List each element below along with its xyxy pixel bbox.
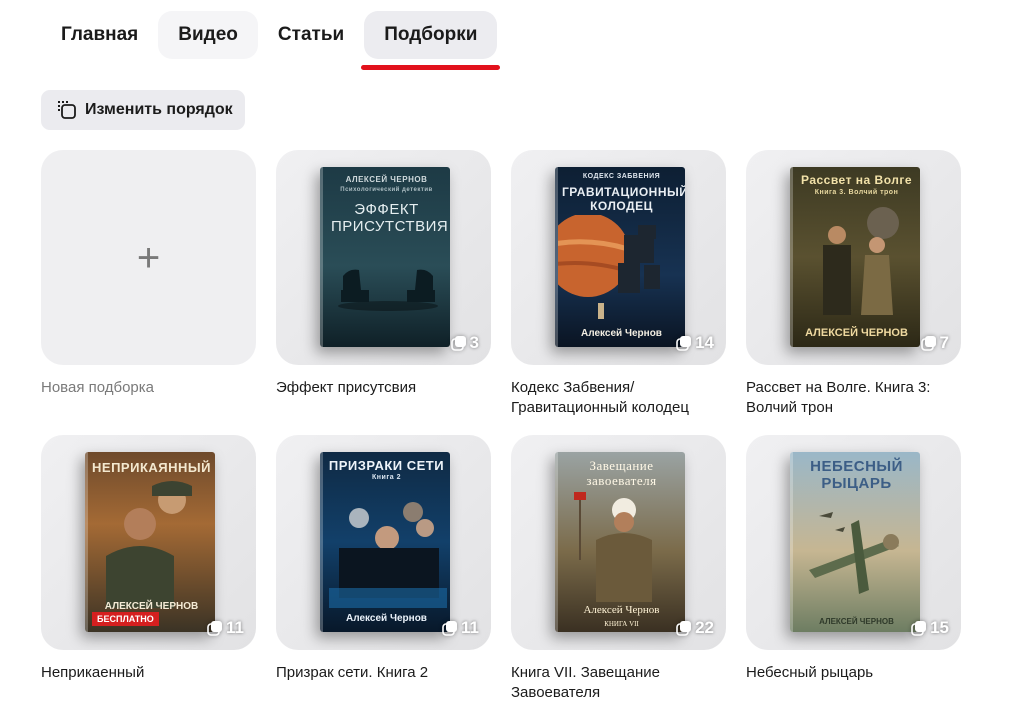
collection-card[interactable]: НЕБЕСНЫЙ РЫЦАРЬ АЛЕКСЕЙ ЧЕРНОВ 15 Небесн…: [746, 435, 961, 683]
collection-card[interactable]: ПРИЗРАКИ СЕТИ Книга 2 Алексей Чернов 11 …: [276, 435, 491, 683]
tab-collections[interactable]: Подборки: [361, 11, 501, 70]
item-count-value: 3: [469, 333, 479, 352]
collection-tile[interactable]: НЕПРИКАЯННЫЙ АЛЕКСЕЙ ЧЕРНОВ БЕСПЛАТНО 11: [41, 435, 256, 650]
tab-video[interactable]: Видео: [158, 11, 258, 59]
stack-icon: [676, 621, 692, 636]
stack-icon: [920, 336, 936, 351]
new-collection-tile[interactable]: +: [41, 150, 256, 365]
collection-title[interactable]: Призрак сети. Книга 2: [276, 663, 491, 683]
plus-icon: +: [136, 235, 161, 280]
new-collection-label: Новая подборка: [41, 379, 155, 396]
collection-card[interactable]: КОДЕКС ЗАБВЕНИЯ ГРАВИТАЦИОННЫЙ КОЛОДЕЦ А…: [511, 150, 726, 418]
collection-card[interactable]: НЕПРИКАЯННЫЙ АЛЕКСЕЙ ЧЕРНОВ БЕСПЛАТНО 11…: [41, 435, 256, 683]
reorder-icon: [58, 101, 76, 119]
book-cover: НЕПРИКАЯННЫЙ АЛЕКСЕЙ ЧЕРНОВ БЕСПЛАТНО: [85, 452, 215, 632]
collection-card[interactable]: АЛЕКСЕЙ ЧЕРНОВ Психологический детектив …: [276, 150, 491, 398]
tab-bar: Главная Видео Статьи Подборки: [41, 11, 501, 70]
book-cover: Завещание завоевателя Алексей Чернов Кни…: [555, 452, 685, 632]
collection-card[interactable]: Рассвет на Волге Книга 3. Волчий трон АЛ…: [746, 150, 961, 418]
collection-tile[interactable]: НЕБЕСНЫЙ РЫЦАРЬ АЛЕКСЕЙ ЧЕРНОВ 15: [746, 435, 961, 650]
collection-title[interactable]: Эффект присутсвия: [276, 378, 491, 398]
reorder-label: Изменить порядок: [85, 101, 233, 118]
tab-home[interactable]: Главная: [41, 11, 158, 59]
collection-title[interactable]: Небесный рыцарь: [746, 663, 961, 683]
stack-icon: [450, 336, 466, 351]
free-badge: БЕСПЛАТНО: [92, 612, 159, 626]
tab-collections-label: Подборки: [384, 24, 478, 45]
item-count: 14: [676, 333, 714, 353]
stack-icon: [442, 621, 458, 636]
collection-card[interactable]: Завещание завоевателя Алексей Чернов Кни…: [511, 435, 726, 703]
stack-icon: [911, 621, 927, 636]
collection-tile[interactable]: КОДЕКС ЗАБВЕНИЯ ГРАВИТАЦИОННЫЙ КОЛОДЕЦ А…: [511, 150, 726, 365]
collection-tile[interactable]: Рассвет на Волге Книга 3. Волчий трон АЛ…: [746, 150, 961, 365]
collection-tile[interactable]: Завещание завоевателя Алексей Чернов Кни…: [511, 435, 726, 650]
item-count-value: 11: [461, 618, 479, 637]
item-count-value: 15: [930, 618, 949, 637]
collection-title[interactable]: Неприкаенный: [41, 663, 256, 683]
collection-title[interactable]: Книга VII. Завещание Завоевателя: [511, 663, 726, 703]
book-cover: АЛЕКСЕЙ ЧЕРНОВ Психологический детектив …: [320, 167, 450, 347]
item-count: 11: [442, 618, 479, 638]
item-count-value: 14: [695, 333, 714, 352]
collection-title[interactable]: Рассвет на Волге. Книга 3: Волчий трон: [746, 378, 961, 418]
item-count: 3: [450, 333, 479, 353]
item-count-value: 7: [939, 333, 949, 352]
item-count-value: 22: [695, 618, 714, 637]
book-cover: НЕБЕСНЫЙ РЫЦАРЬ АЛЕКСЕЙ ЧЕРНОВ: [790, 452, 920, 632]
item-count: 7: [920, 333, 949, 353]
book-cover: Рассвет на Волге Книга 3. Волчий трон АЛ…: [790, 167, 920, 347]
reorder-button[interactable]: Изменить порядок: [41, 90, 245, 130]
book-cover: ПРИЗРАКИ СЕТИ Книга 2 Алексей Чернов: [320, 452, 450, 632]
new-collection-card[interactable]: + Новая подборка: [41, 150, 256, 398]
item-count: 22: [676, 618, 714, 638]
item-count: 11: [207, 618, 244, 638]
stack-icon: [676, 336, 692, 351]
item-count: 15: [911, 618, 949, 638]
item-count-value: 11: [226, 618, 244, 637]
collection-tile[interactable]: АЛЕКСЕЙ ЧЕРНОВ Психологический детектив …: [276, 150, 491, 365]
collection-title[interactable]: Кодекс Забвения/ Гравитационный колодец: [511, 378, 726, 418]
book-cover: КОДЕКС ЗАБВЕНИЯ ГРАВИТАЦИОННЫЙ КОЛОДЕЦ А…: [555, 167, 685, 347]
active-tab-indicator: [361, 65, 501, 70]
collection-tile[interactable]: ПРИЗРАКИ СЕТИ Книга 2 Алексей Чернов 11: [276, 435, 491, 650]
tab-articles[interactable]: Статьи: [258, 11, 364, 59]
stack-icon: [207, 621, 223, 636]
